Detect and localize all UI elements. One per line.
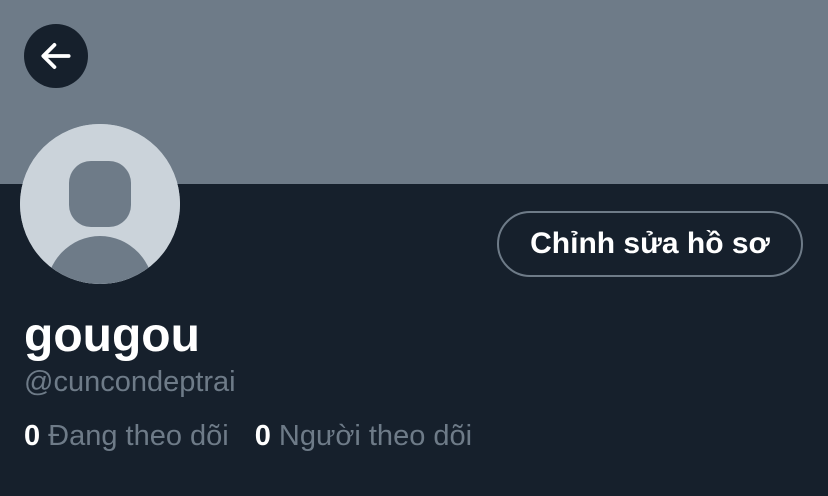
profile-handle: @cuncondeptrai: [24, 366, 236, 398]
followers-count: 0: [254, 420, 271, 452]
default-avatar-icon: [20, 124, 180, 284]
followers-stat[interactable]: 0 Người theo dõi: [255, 416, 472, 456]
edit-profile-button[interactable]: Chỉnh sửa hồ sơ: [497, 211, 803, 277]
follow-stats: 0 Đang theo dõi 0 Người theo dõi: [24, 416, 498, 456]
followers-label: Người theo dõi: [278, 420, 473, 452]
following-label: Đang theo dõi: [48, 420, 229, 452]
back-button[interactable]: [24, 24, 88, 88]
following-stat[interactable]: 0 Đang theo dõi: [24, 416, 229, 456]
avatar[interactable]: [20, 124, 180, 284]
following-count: 0: [24, 420, 41, 452]
profile-display-name: gougou: [24, 309, 200, 362]
back-arrow-icon: [41, 43, 71, 69]
